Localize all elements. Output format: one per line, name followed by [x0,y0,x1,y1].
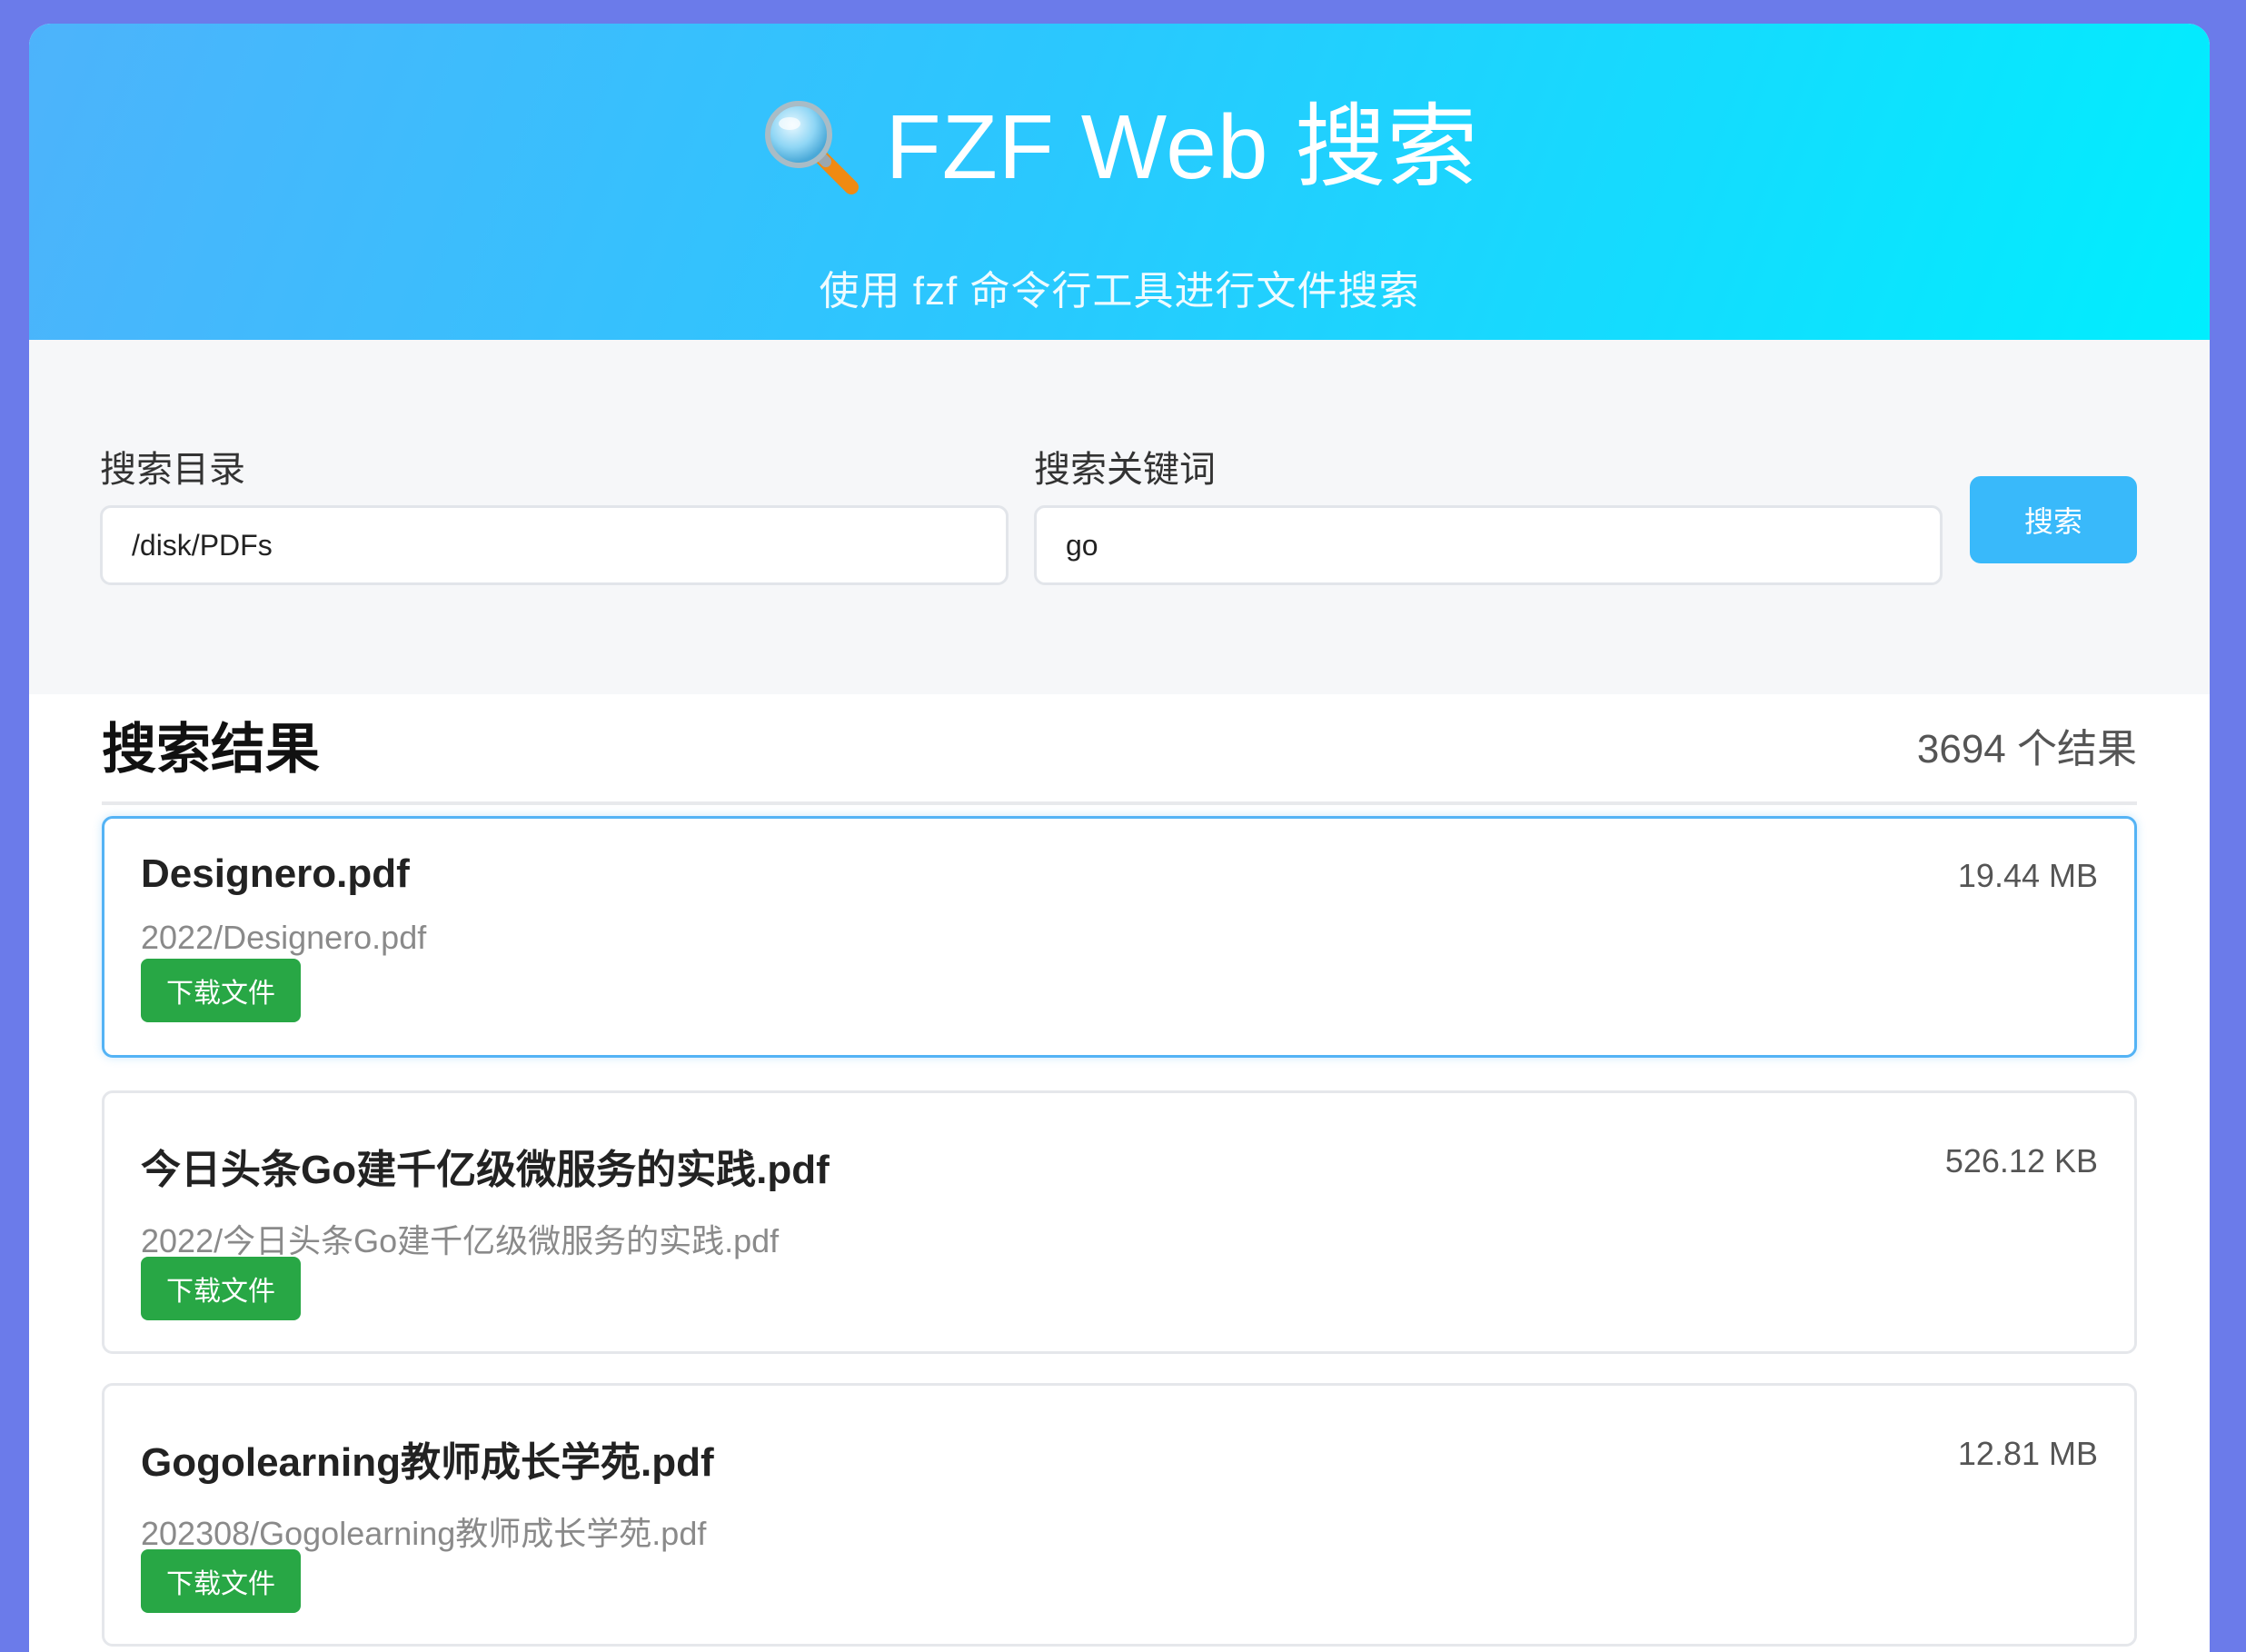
result-file-path: 2022/今日头条Go建千亿级微服务的实践.pdf [141,1222,780,1259]
result-file-size: 12.81 MB [1957,1435,2098,1472]
page-title: FZF Web 搜索 [29,96,2210,198]
result-file-name: Designero.pdf [141,851,410,896]
result-file-path: 202308/Gogolearning教师成长学苑.pdf [141,1515,707,1552]
subtitle: 使用 fzf 命令行工具进行文件搜索 [819,269,1420,313]
directory-label: 搜索目录 [100,450,245,490]
result-file-size: 526.12 KB [1944,1142,2098,1179]
search-button[interactable]: 搜索 [1970,476,2137,563]
keyword-label: 搜索关键词 [1034,450,1216,490]
search-panel: 搜索目录 搜索关键词 [29,340,2210,694]
app-card: FZF Web 搜索 使用 fzf 命令行工具进行文件搜索 搜索目录 搜索关键词… [29,24,2210,1652]
results-header: 搜索结果 3694 个结果 [102,696,2137,805]
results-title: 搜索结果 [102,719,320,780]
download-button[interactable]: 下载文件 [141,1257,301,1320]
result-file-size: 19.44 MB [1957,857,2098,894]
title-text: FZF Web 搜索 [885,96,1479,198]
results-count: 3694 个结果 [1916,727,2137,771]
result-item[interactable]: Designero.pdf 19.44 MB 2022/Designero.pd… [102,816,2137,1058]
download-button[interactable]: 下载文件 [141,1549,301,1613]
header-banner: FZF Web 搜索 使用 fzf 命令行工具进行文件搜索 [29,24,2210,340]
directory-input[interactable] [100,505,1009,585]
result-file-path: 2022/Designero.pdf [141,919,427,956]
download-button[interactable]: 下载文件 [141,959,301,1022]
result-item[interactable]: Gogolearning教师成长学苑.pdf 12.81 MB 202308/G… [102,1383,2137,1647]
result-item[interactable]: 今日头条Go建千亿级微服务的实践.pdf 526.12 KB 2022/今日头条… [102,1090,2137,1354]
magnifying-glass-icon [764,101,859,194]
result-file-name: 今日头条Go建千亿级微服务的实践.pdf [141,1148,830,1192]
result-file-name: Gogolearning教师成长学苑.pdf [141,1440,714,1485]
keyword-input[interactable] [1034,505,1943,585]
